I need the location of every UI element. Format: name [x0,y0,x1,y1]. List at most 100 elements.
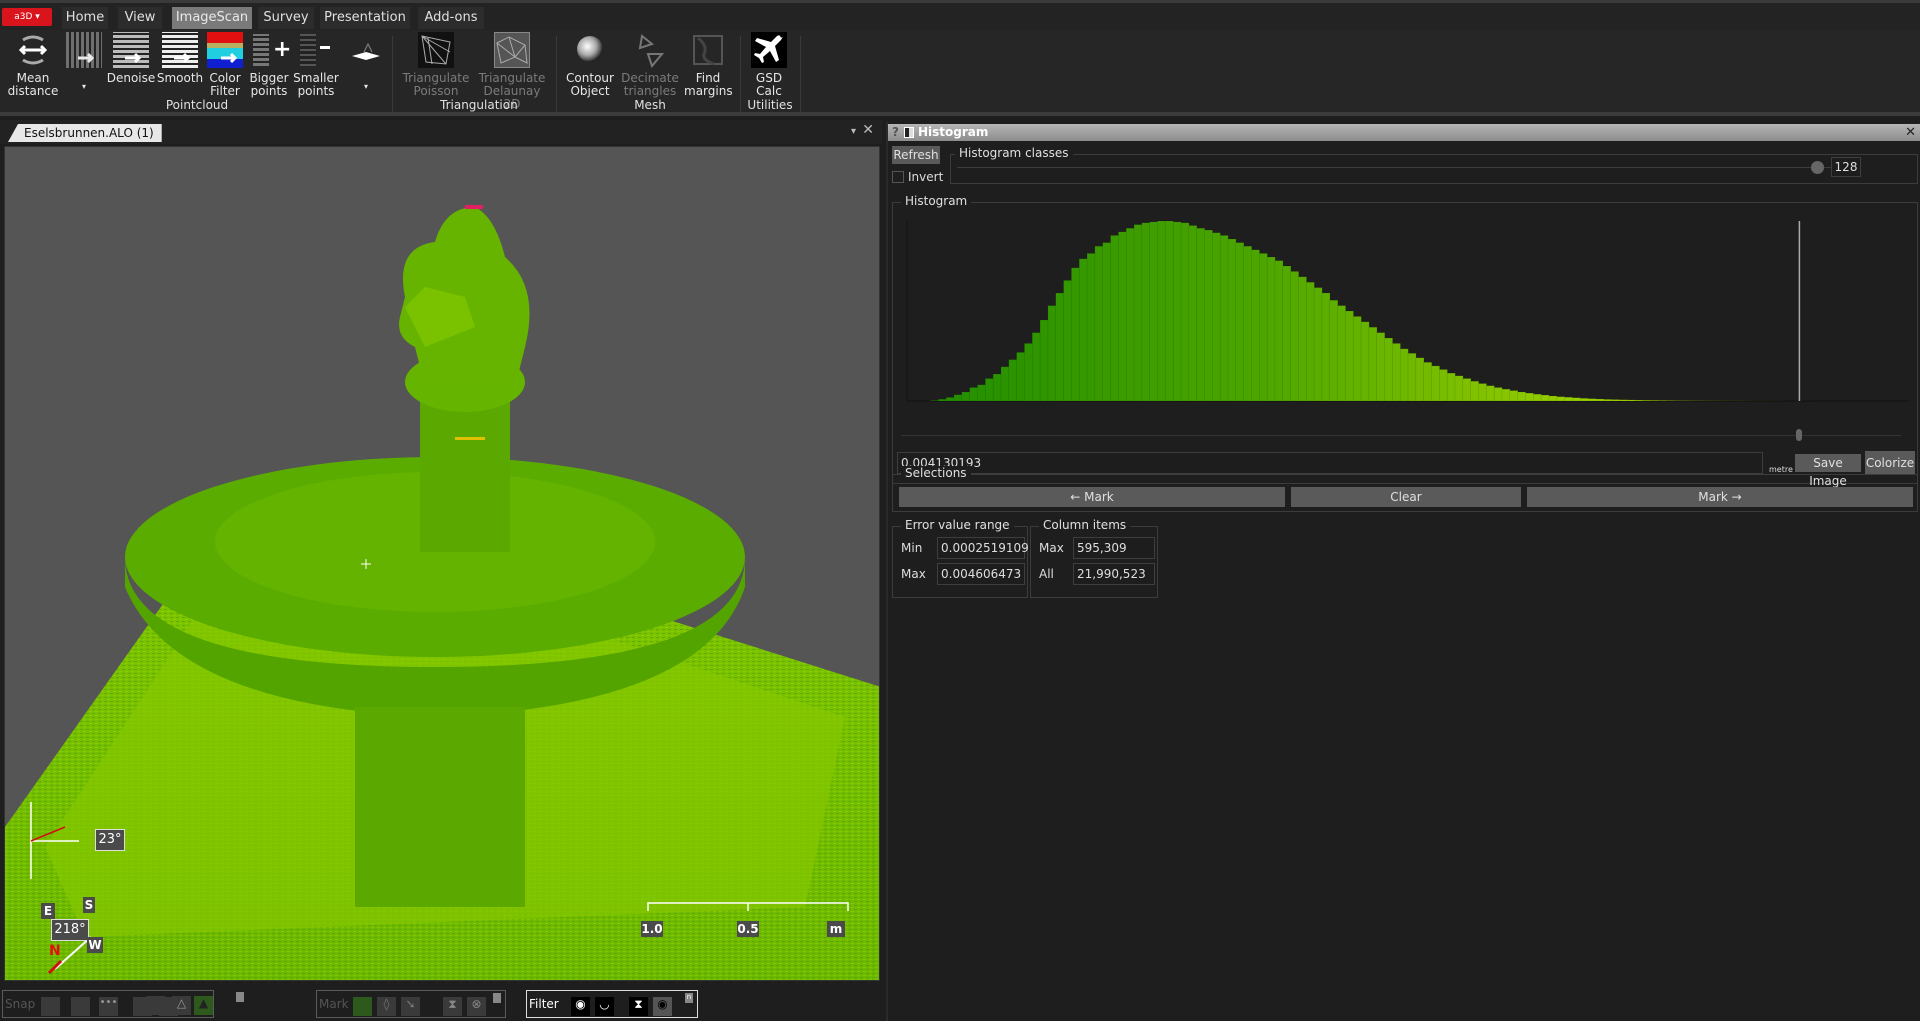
snap-toolbar-handle[interactable] [236,992,244,1002]
3d-viewport[interactable]: 23° E S 218° W N 1.0 0.5 m [4,146,880,981]
histogram-bar [1501,388,1511,402]
histogram-bar [1251,249,1260,402]
mark-right-button[interactable]: Mark → [1527,487,1913,507]
triangulate-poisson-button[interactable]: Triangulate Poisson [400,32,472,98]
smooth-button[interactable]: Smooth [156,32,204,85]
mark-brush-icon[interactable]: ➘ [401,997,420,1016]
filter-hourglass-icon[interactable]: ⧗ [629,997,648,1016]
histogram-bar [1407,353,1417,402]
histogram-bar [1462,378,1472,402]
filter-visibility-icon[interactable]: ◉ [653,997,672,1016]
refresh-button[interactable]: Refresh [892,146,940,164]
group-label-utilities: Utilities [747,98,793,112]
unit-label: metre [1769,465,1793,474]
classes-slider-track[interactable] [957,167,1857,168]
save-image-button[interactable]: Save Image [1795,454,1861,488]
ribbon-separator [800,36,801,112]
mark-lasso-icon[interactable]: ◊ [377,997,396,1016]
contour-object-button[interactable]: Contour Object [562,32,618,98]
threshold-slider-thumb[interactable] [1796,429,1802,441]
error-min-field[interactable]: 0.0002519109 [937,537,1029,559]
close-document-icon[interactable]: ✕ [862,122,874,138]
menu-bar: a3D ▾ Home View ImageScan Survey Present… [0,0,1920,30]
plane-button[interactable]: ▾ [348,32,384,93]
app-menu-button[interactable]: a3D ▾ [2,8,52,26]
histogram-bar [1063,280,1072,402]
histogram-bar [938,398,947,402]
histogram-bar [1078,258,1088,402]
histogram-bar [1305,281,1315,402]
histogram-bar [1533,393,1542,402]
smaller-points-button[interactable]: Smaller points [292,32,340,98]
snap-triangle-filled-icon[interactable]: ▲ [194,996,213,1015]
tab-survey[interactable]: Survey [258,7,314,29]
bigger-points-button[interactable]: + Bigger points [248,32,291,98]
filter-curve-icon[interactable]: ◡ [595,997,614,1016]
find-margins-icon [690,32,726,68]
tab-home[interactable]: Home [62,7,108,29]
histogram-bar [1008,359,1018,402]
mark-toolbar-handle[interactable] [493,993,501,1003]
histogram-bar [1658,400,1667,402]
tab-imagescan[interactable]: ImageScan [172,7,252,29]
histogram-bar [1133,224,1143,402]
dropdown-icon[interactable]: ▾ [851,126,856,137]
tab-add-ons[interactable]: Add-ons [418,7,484,29]
document-tab[interactable]: Eselsbrunnen.ALO (1) [8,124,162,142]
histogram-bar [1579,398,1589,402]
mark-left-button[interactable]: ← Mark [899,487,1285,507]
column-all-field[interactable]: 21,990,523 [1073,563,1155,585]
mark-rectangle-icon[interactable] [353,997,372,1016]
tilt-angle-readout: 23° [95,829,125,851]
mean-distance-button[interactable]: Mean distance [6,32,60,98]
decimate-triangles-button[interactable]: Decimate triangles [620,32,680,98]
find-margins-button[interactable]: Find margins [684,32,733,98]
histogram-chart[interactable] [901,211,1911,411]
colorize-button[interactable]: Colorize [1865,451,1915,475]
histogram-bar [1102,242,1112,402]
histogram-bar [1039,319,1049,402]
histogram-bar [1611,399,1620,402]
histogram-bar [1439,369,1448,402]
invert-checkbox[interactable] [892,171,904,183]
color-filter-button[interactable]: Color Filter [204,32,246,98]
threshold-value-field[interactable]: 0.004130193 [897,452,1763,474]
histogram-bar [1478,383,1487,402]
selections-group: Selections ← Mark Clear Mark → [892,466,1918,512]
classes-slider-thumb[interactable] [1811,161,1824,174]
tab-presentation[interactable]: Presentation [320,7,410,29]
close-panel-icon[interactable]: ✕ [1905,124,1916,141]
snap-cube-icon[interactable] [71,997,90,1016]
histogram-bar [1392,343,1401,402]
tab-view[interactable]: View [118,7,162,29]
histogram-bar [1360,321,1370,402]
histogram-bar [1352,316,1362,402]
panel-header: ? Histogram ✕ [888,124,1920,141]
snap-triangle-outline-icon[interactable]: △ [172,996,191,1015]
snap-points-icon[interactable]: ••• [99,997,118,1016]
error-max-field[interactable]: 0.004606473 [937,563,1025,585]
filter-toolbar-handle[interactable]: n [685,993,693,1003]
plane-icon [348,32,384,68]
mark-hourglass-icon[interactable]: ⧗ [443,997,462,1016]
histogram-bar [1016,352,1025,402]
column-max-field[interactable]: 595,309 [1073,537,1155,559]
heading-angle-readout: 218° [51,919,89,941]
dock-icon[interactable] [904,127,914,138]
classes-value-field[interactable]: 128 [1831,157,1861,177]
filter-eye-icon[interactable]: ◉ [571,997,590,1016]
clear-button[interactable]: Clear [1291,487,1521,507]
mark-clear-icon[interactable]: ⊗ [467,997,486,1016]
snap-surface-icon[interactable] [41,997,60,1016]
decimate-triangles-icon [632,32,668,69]
histogram-bar [1032,332,1041,402]
gsd-calc-button[interactable]: GSD Calc [748,32,790,98]
subsample-button[interactable]: ▾ [64,32,104,93]
denoise-button[interactable]: Denoise [106,32,156,85]
histogram-bar [1509,390,1519,402]
help-icon[interactable]: ? [892,124,899,141]
ribbon: Mean distance ▾ Denoise Smooth Color Fil… [0,30,1920,116]
snap-vertex-icon[interactable] [146,996,165,1015]
smaller-points-icon [298,32,334,68]
threshold-slider-track[interactable] [901,435,1901,436]
